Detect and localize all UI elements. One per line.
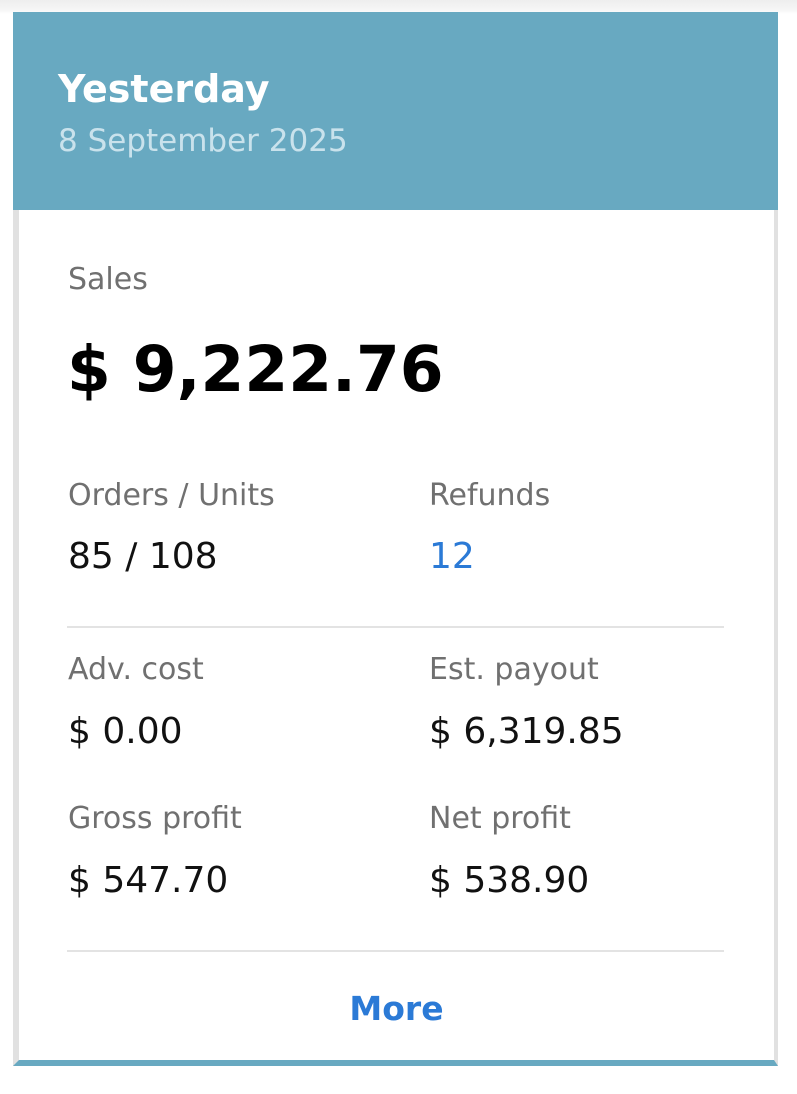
net-profit-label: Net profit (429, 801, 571, 836)
more-button[interactable]: More (319, 985, 474, 1035)
card-header: Yesterday 8 September 2025 (13, 12, 778, 210)
divider (67, 626, 724, 628)
period-title: Yesterday (58, 67, 270, 111)
est-payout-value: $ 6,319.85 (429, 711, 624, 752)
est-payout-label: Est. payout (429, 652, 599, 687)
sales-value: $ 9,222.76 (67, 333, 444, 406)
period-date: 8 September 2025 (58, 123, 348, 159)
orders-units-value: 85 / 108 (68, 536, 218, 577)
gross-profit-label: Gross profit (68, 801, 242, 836)
refunds-link[interactable]: 12 (429, 536, 475, 578)
sales-summary-card: Yesterday 8 September 2025 Sales $ 9,222… (13, 12, 778, 1066)
adv-cost-label: Adv. cost (68, 652, 204, 687)
divider (67, 950, 724, 952)
adv-cost-value: $ 0.00 (68, 711, 183, 752)
net-profit-value: $ 538.90 (429, 860, 590, 901)
sales-label: Sales (68, 262, 148, 297)
orders-units-label: Orders / Units (68, 478, 275, 513)
gross-profit-value: $ 547.70 (68, 860, 229, 901)
refunds-label: Refunds (429, 478, 551, 513)
